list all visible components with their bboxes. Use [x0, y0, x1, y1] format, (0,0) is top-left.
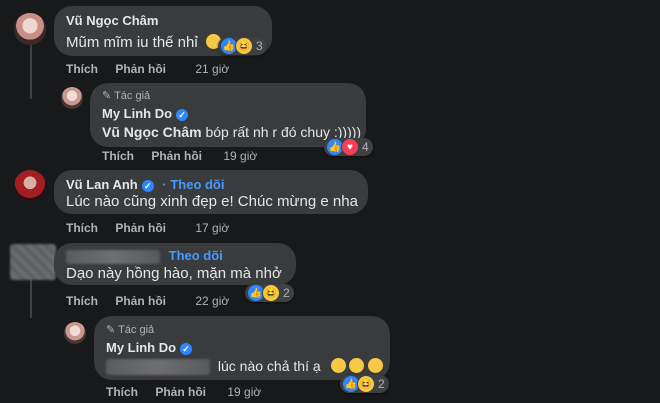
comment-text-content: lúc nào chả thí ạ	[217, 358, 321, 374]
comment-actions: Thích Phản hồi 17 giờ	[66, 221, 243, 235]
avatar[interactable]	[61, 87, 83, 109]
timestamp[interactable]: 19 giờ	[227, 385, 261, 399]
blurred-mention	[106, 359, 210, 376]
verified-icon: ✓	[141, 179, 154, 192]
comment-actions: Thích Phản hồi 19 giờ	[106, 385, 275, 399]
reaction-count: 3	[256, 39, 263, 53]
reply-link[interactable]: Phản hồi	[151, 149, 202, 163]
like-link[interactable]: Thích	[102, 149, 134, 163]
thread-line	[30, 44, 32, 99]
timestamp[interactable]: 19 giờ	[223, 149, 257, 163]
reaction-summary[interactable]: 👍 😆 2	[340, 375, 389, 393]
love-reaction-icon: ♥	[341, 138, 359, 156]
commenter-name[interactable]: My Linh Do ✓	[106, 340, 193, 355]
pencil-icon: ✎	[102, 90, 112, 102]
author-badge: ✎ Tác giả	[102, 90, 151, 102]
like-link[interactable]: Thích	[66, 221, 98, 235]
pencil-icon: ✎	[106, 324, 116, 336]
verified-icon: ✓	[176, 108, 189, 121]
comment-text: Mũm mĩm iu thế nhỉ	[66, 34, 221, 51]
mentioned-name[interactable]: Vũ Ngọc Châm	[102, 124, 202, 140]
avatar[interactable]	[14, 170, 46, 202]
commenter-name[interactable]: Vũ Ngọc Châm	[66, 13, 158, 28]
wow-emoji-icon	[368, 358, 384, 373]
comment-text: Vũ Ngọc Châm bóp rất nh r đó chuy :)))))	[102, 124, 361, 140]
follow-link[interactable]: Theo dõi	[169, 248, 223, 263]
haha-reaction-icon: 😆	[235, 37, 253, 55]
reply-link[interactable]: Phản hồi	[155, 385, 206, 399]
avatar[interactable]	[64, 322, 86, 344]
timestamp[interactable]: 21 giờ	[195, 62, 229, 76]
comment-text: lúc nào chả thí ạ	[106, 358, 384, 376]
wow-emoji-icon	[330, 358, 346, 373]
author-badge: ✎ Tác giả	[106, 324, 155, 336]
reaction-count: 2	[283, 286, 290, 300]
reaction-summary[interactable]: 👍 ♥ 4	[324, 138, 373, 156]
haha-reaction-icon: 😆	[357, 375, 375, 393]
commenter-name[interactable]: My Linh Do ✓	[102, 106, 189, 121]
haha-reaction-icon: 😆	[262, 284, 280, 302]
like-link[interactable]: Thích	[106, 385, 138, 399]
comment-text: Dạo này hồng hào, mặn mà nhở	[66, 265, 282, 282]
commenter-name[interactable]: Vũ Lan Anh ✓ · Theo dõi	[66, 177, 225, 192]
blurred-name	[66, 249, 160, 264]
wow-emoji-icon	[349, 358, 365, 373]
comment-text: Lúc nào cũng xinh đẹp e! Chúc mừng e nha	[66, 193, 358, 210]
timestamp[interactable]: 17 giờ	[195, 221, 229, 235]
reaction-count: 4	[362, 140, 369, 154]
like-link[interactable]: Thích	[66, 62, 98, 76]
reaction-summary[interactable]: 👍 😆 2	[245, 284, 294, 302]
comment-actions: Thích Phản hồi 21 giờ	[66, 62, 243, 76]
comment-actions: Thích Phản hồi 22 giờ	[66, 294, 243, 308]
reply-link[interactable]: Phản hồi	[115, 221, 166, 235]
avatar[interactable]	[14, 13, 46, 45]
comment-text-content: Mũm mĩm iu thế nhỉ	[66, 34, 198, 51]
like-link[interactable]: Thích	[66, 294, 98, 308]
commenter-name[interactable]: Theo dõi	[66, 248, 223, 264]
reaction-count: 2	[378, 377, 385, 391]
reaction-summary[interactable]: 👍 😆 3	[218, 37, 267, 55]
verified-icon: ✓	[180, 342, 193, 355]
timestamp[interactable]: 22 giờ	[195, 294, 229, 308]
reply-link[interactable]: Phản hồi	[115, 294, 166, 308]
avatar[interactable]	[10, 244, 56, 280]
reply-link[interactable]: Phản hồi	[115, 62, 166, 76]
follow-link[interactable]: · Theo dõi	[162, 177, 224, 192]
comment-actions: Thích Phản hồi 19 giờ	[102, 149, 271, 163]
